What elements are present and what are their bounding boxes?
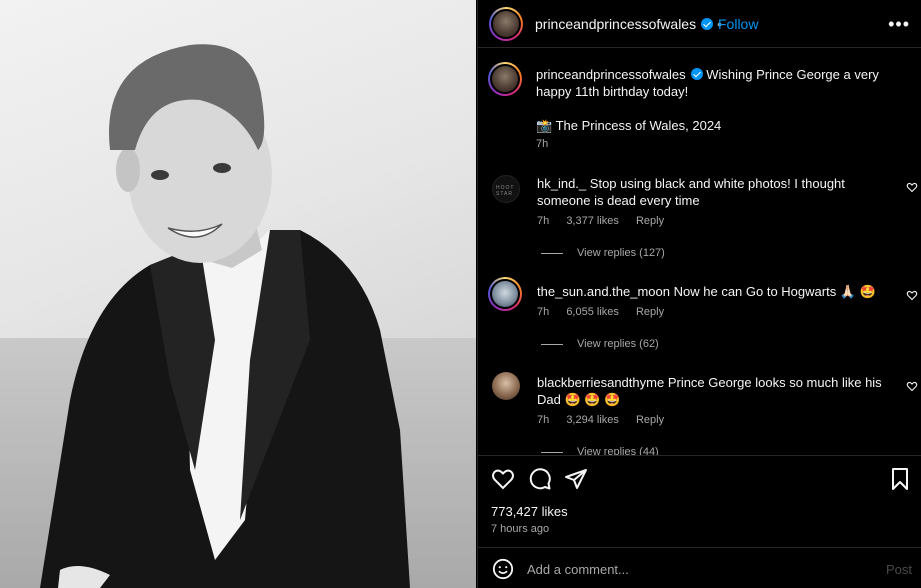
verified-badge-icon — [690, 68, 703, 80]
view-replies-button[interactable]: View replies (44) — [541, 446, 659, 455]
reply-button[interactable]: Reply — [636, 414, 664, 426]
bookmark-icon[interactable] — [888, 467, 912, 491]
post-time-ago: 7 hours ago — [491, 523, 550, 535]
view-replies-button[interactable]: View replies (62) — [541, 338, 659, 350]
comment-likes[interactable]: 3,294 likes — [566, 414, 619, 426]
commenter-username[interactable]: blackberriesandthyme — [537, 375, 664, 390]
comment-text: hk_ind._ Stop using black and white phot… — [537, 175, 887, 209]
replies-line — [541, 252, 563, 254]
comment-meta: 7h 6,055 likes Reply — [537, 306, 678, 318]
comment-likes[interactable]: 3,377 likes — [566, 215, 619, 227]
action-bar: 773,427 likes 7 hours ago Post — [478, 455, 921, 588]
caption-username[interactable]: princeandprincessofwales — [536, 67, 686, 82]
commenter-avatar[interactable] — [492, 372, 520, 400]
author-username[interactable]: princeandprincessofwales • — [535, 16, 726, 32]
reply-button[interactable]: Reply — [636, 215, 664, 227]
verified-badge-icon — [701, 18, 714, 30]
portrait-illustration — [40, 44, 410, 588]
view-replies-text[interactable]: View replies (127) — [577, 247, 665, 259]
smiley-icon[interactable] — [492, 558, 514, 580]
comment-meta: 7h 3,294 likes Reply — [537, 414, 678, 426]
post-header: princeandprincessofwales • Follow ••• — [478, 0, 921, 48]
view-replies-button[interactable]: View replies (127) — [541, 247, 665, 259]
more-options-icon[interactable]: ••• — [888, 14, 910, 35]
commenter-avatar[interactable]: HOOT STAR — [492, 175, 520, 203]
photo-credit-text: The Princess of Wales, 2024 — [555, 118, 722, 133]
comment-like-icon[interactable] — [906, 181, 918, 193]
comment-body: Now he can Go to Hogwarts 🙏🏻 🤩 — [673, 284, 876, 299]
share-icon[interactable] — [564, 467, 588, 491]
comment-likes[interactable]: 6,055 likes — [566, 306, 619, 318]
replies-line — [541, 343, 563, 345]
comment-like-icon[interactable] — [906, 380, 918, 392]
comment-input[interactable] — [527, 559, 847, 579]
comment-text: the_sun.and.the_moon Now he can Go to Ho… — [537, 283, 887, 300]
reply-button[interactable]: Reply — [636, 306, 664, 318]
author-avatar[interactable] — [489, 7, 523, 41]
comment-meta: 7h 3,377 likes Reply — [537, 215, 678, 227]
comment-icon[interactable] — [528, 467, 552, 491]
caption-text: princeandprincessofwales Wishing Prince … — [536, 66, 896, 100]
view-replies-text[interactable]: View replies (44) — [577, 446, 659, 455]
caption-timestamp: 7h — [536, 138, 549, 150]
replies-line — [541, 451, 563, 453]
commenter-avatar[interactable] — [488, 277, 522, 311]
commenter-username[interactable]: hk_ind._ — [537, 176, 586, 191]
comment-time: 7h — [537, 414, 550, 426]
post-photo — [0, 0, 476, 588]
comment-text: blackberriesandthyme Prince George looks… — [537, 374, 887, 408]
comment-time: 7h — [537, 215, 550, 227]
view-replies-text[interactable]: View replies (62) — [577, 338, 659, 350]
commenter-username[interactable]: the_sun.and.the_moon — [537, 284, 670, 299]
add-comment-bar: Post — [478, 547, 921, 588]
heart-icon[interactable] — [491, 467, 515, 491]
comment-like-icon[interactable] — [906, 289, 918, 301]
comment-time: 7h — [537, 306, 550, 318]
author-username-text[interactable]: princeandprincessofwales — [535, 16, 696, 32]
like-count[interactable]: 773,427 likes — [491, 504, 568, 519]
post-button[interactable]: Post — [886, 562, 912, 577]
avatar-logo-text: HOOT STAR — [496, 185, 515, 197]
caption-avatar[interactable] — [488, 62, 522, 96]
camera-emoji-icon: 📸 — [536, 118, 553, 133]
photo-credit: 📸 The Princess of Wales, 2024 — [536, 118, 721, 134]
post-pane: princeandprincessofwales • Follow ••• pri… — [477, 0, 921, 588]
follow-button[interactable]: Follow — [718, 16, 758, 32]
comments-list[interactable]: princeandprincessofwales Wishing Prince … — [478, 49, 921, 455]
